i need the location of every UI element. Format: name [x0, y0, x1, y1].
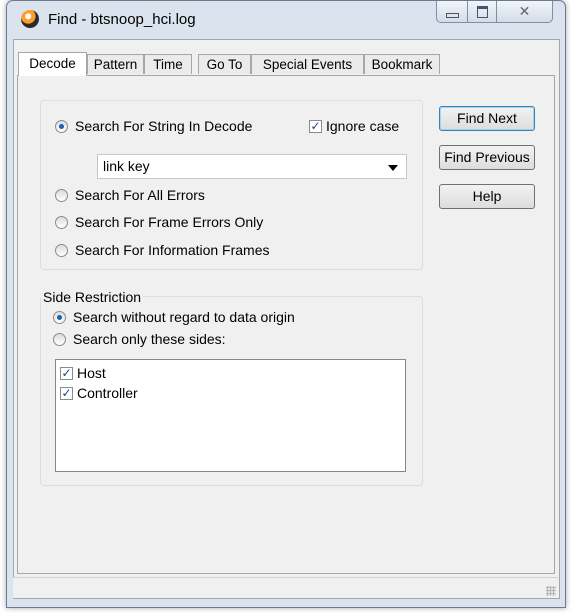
radio-indicator — [55, 119, 68, 133]
maximize-icon — [476, 5, 488, 18]
side-restriction-label: Side Restriction — [41, 289, 144, 305]
radio-search-string-in-decode[interactable]: Search For String In Decode — [55, 118, 252, 134]
close-icon: ✕ — [518, 3, 531, 19]
radio-indicator — [55, 188, 68, 202]
radio-label: Search For String In Decode — [75, 118, 253, 134]
tab-special-events[interactable]: Special Events — [251, 54, 364, 74]
side-item-label: Controller — [77, 385, 138, 401]
search-string-value: link key — [103, 158, 150, 174]
close-button[interactable]: ✕ — [496, 1, 553, 23]
title-bar[interactable]: Find - btsnoop_hci.log ✕ — [7, 1, 565, 39]
help-button[interactable]: Help — [439, 184, 535, 209]
check-icon: ✓ — [60, 385, 73, 400]
radio-search-only-these-sides[interactable]: Search only these sides: — [53, 331, 226, 347]
radio-indicator — [53, 332, 66, 346]
side-item-controller[interactable]: ✓ Controller — [60, 385, 138, 401]
tab-bookmark[interactable]: Bookmark — [364, 54, 440, 74]
app-icon — [21, 10, 39, 28]
radio-search-information-frames[interactable]: Search For Information Frames — [55, 242, 270, 258]
side-item-host[interactable]: ✓ Host — [60, 365, 106, 381]
radio-indicator — [55, 243, 68, 257]
radio-indicator — [55, 215, 68, 229]
tab-time[interactable]: Time — [144, 54, 192, 74]
tab-pattern[interactable]: Pattern — [87, 54, 144, 74]
radio-label: Search For Information Frames — [75, 242, 270, 258]
radio-search-frame-errors[interactable]: Search For Frame Errors Only — [55, 214, 263, 230]
radio-label: Search without regard to data origin — [73, 309, 295, 325]
check-icon: ✓ — [60, 365, 73, 380]
minimize-icon — [445, 13, 459, 18]
radio-label: Search For Frame Errors Only — [75, 214, 264, 230]
ignore-case-checkbox[interactable]: ✓ Ignore case — [309, 118, 399, 134]
tab-go-to[interactable]: Go To — [198, 54, 251, 74]
find-dialog: Find - btsnoop_hci.log ✕ Decode Pattern … — [6, 0, 566, 608]
radio-label: Search only these sides: — [73, 331, 226, 347]
radio-indicator — [53, 310, 66, 324]
tab-decode[interactable]: Decode — [18, 52, 87, 76]
dropdown-arrow-icon[interactable] — [388, 165, 398, 171]
maximize-button[interactable] — [467, 1, 497, 23]
find-previous-button[interactable]: Find Previous — [439, 145, 535, 170]
search-options-group: Search For String In Decode ✓ Ignore cas… — [40, 100, 423, 270]
radio-label: Search For All Errors — [75, 187, 205, 203]
window-title: Find - btsnoop_hci.log — [48, 11, 196, 28]
check-icon: ✓ — [309, 118, 322, 133]
dialog-client-area: Decode Pattern Time Go To Special Events… — [13, 39, 560, 599]
minimize-button[interactable] — [436, 1, 468, 23]
search-string-combobox[interactable]: link key — [97, 154, 407, 179]
side-item-label: Host — [77, 365, 106, 381]
sides-listbox[interactable]: ✓ Host ✓ Controller — [55, 359, 406, 472]
status-bar — [13, 577, 558, 598]
radio-search-without-regard[interactable]: Search without regard to data origin — [53, 309, 295, 325]
side-restriction-group: Side Restriction Search without regard t… — [40, 289, 423, 486]
ignore-case-label: Ignore case — [326, 118, 400, 134]
radio-search-all-errors[interactable]: Search For All Errors — [55, 187, 205, 203]
find-next-button[interactable]: Find Next — [439, 106, 535, 131]
decode-tab-panel: Search For String In Decode ✓ Ignore cas… — [17, 75, 555, 574]
resize-grip-icon[interactable] — [546, 586, 556, 596]
